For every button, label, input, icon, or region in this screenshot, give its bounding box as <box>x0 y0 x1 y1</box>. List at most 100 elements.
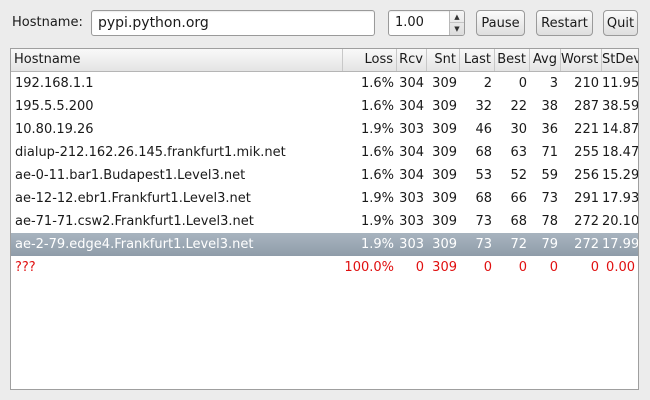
cell-hostname: ae-2-79.edge4.Frankfurt1.Level3.net <box>15 237 254 252</box>
cell-avg: 36 <box>541 122 558 137</box>
cell-last: 68 <box>475 145 492 160</box>
toolbar: Hostname: 1.00 ▲ ▼ Pause Restart Quit <box>0 0 650 46</box>
cell-best: 63 <box>510 145 527 160</box>
table-row[interactable]: 192.168.1.1 1.6% 304 309 2 0 3 210 11.95 <box>11 72 638 95</box>
cell-worst: 272 <box>574 214 599 229</box>
hostname-input[interactable] <box>91 10 375 36</box>
cell-rcv: 303 <box>399 191 424 206</box>
cell-worst: 221 <box>574 122 599 137</box>
spin-arrows: ▲ ▼ <box>449 11 464 35</box>
cell-rcv: 303 <box>399 214 424 229</box>
column-header-last[interactable]: Last <box>460 49 495 71</box>
cell-avg: 79 <box>541 237 558 252</box>
cell-snt: 309 <box>432 122 457 137</box>
cell-loss: 1.6% <box>360 76 394 91</box>
cell-rcv: 304 <box>399 145 424 160</box>
column-header-stdev[interactable]: StDev <box>602 49 638 71</box>
column-header-hostname[interactable]: Hostname <box>11 49 343 71</box>
cell-loss: 100.0% <box>344 260 394 275</box>
cell-last: 2 <box>483 76 492 91</box>
cell-snt: 309 <box>432 145 457 160</box>
interval-spinbox[interactable]: 1.00 ▲ ▼ <box>388 10 465 36</box>
cell-snt: 309 <box>432 191 457 206</box>
column-header-snt[interactable]: Snt <box>427 49 460 71</box>
cell-loss: 1.6% <box>360 145 394 160</box>
cell-worst: 287 <box>574 99 599 114</box>
cell-rcv: 304 <box>399 99 424 114</box>
cell-avg: 73 <box>541 191 558 206</box>
cell-avg: 38 <box>541 99 558 114</box>
cell-best: 30 <box>510 122 527 137</box>
table-row[interactable]: 10.80.19.26 1.9% 303 309 46 30 36 221 14… <box>11 118 638 141</box>
cell-snt: 309 <box>432 260 457 275</box>
cell-loss: 1.6% <box>360 99 394 114</box>
cell-avg: 0 <box>549 260 558 275</box>
column-header-loss[interactable]: Loss <box>343 49 397 71</box>
column-header-avg[interactable]: Avg <box>530 49 561 71</box>
cell-stdev: 11.95 <box>602 76 638 91</box>
table-body: 192.168.1.1 1.6% 304 309 2 0 3 210 11.95… <box>11 72 638 279</box>
cell-best: 52 <box>510 168 527 183</box>
cell-loss: 1.9% <box>360 191 394 206</box>
cell-hostname: ae-71-71.csw2.Frankfurt1.Level3.net <box>15 214 254 229</box>
cell-best: 72 <box>510 237 527 252</box>
cell-snt: 309 <box>432 99 457 114</box>
restart-button[interactable]: Restart <box>536 10 593 36</box>
cell-last: 68 <box>475 191 492 206</box>
spin-down-arrow-icon[interactable]: ▼ <box>450 23 464 35</box>
cell-best: 68 <box>510 214 527 229</box>
cell-loss: 1.9% <box>360 214 394 229</box>
cell-rcv: 0 <box>415 260 424 275</box>
cell-loss: 1.9% <box>360 237 394 252</box>
quit-button[interactable]: Quit <box>603 10 638 36</box>
cell-worst: 255 <box>574 145 599 160</box>
cell-last: 53 <box>475 168 492 183</box>
cell-avg: 3 <box>549 76 558 91</box>
cell-hostname: dialup-212.162.26.145.frankfurt1.mik.net <box>15 145 286 160</box>
cell-hostname: 10.80.19.26 <box>15 122 94 137</box>
cell-hostname: 195.5.5.200 <box>15 99 94 114</box>
table-row[interactable]: ae-12-12.ebr1.Frankfurt1.Level3.net 1.9%… <box>11 187 638 210</box>
cell-stdev: 14.87 <box>602 122 638 137</box>
cell-last: 73 <box>475 237 492 252</box>
cell-worst: 0 <box>590 260 599 275</box>
cell-rcv: 304 <box>399 168 424 183</box>
cell-hostname: ae-12-12.ebr1.Frankfurt1.Level3.net <box>15 191 251 206</box>
cell-worst: 256 <box>574 168 599 183</box>
table-row[interactable]: dialup-212.162.26.145.frankfurt1.mik.net… <box>11 141 638 164</box>
cell-best: 0 <box>518 76 527 91</box>
column-header-worst[interactable]: Worst <box>561 49 602 71</box>
table-row-selected[interactable]: ae-2-79.edge4.Frankfurt1.Level3.net 1.9%… <box>11 233 638 256</box>
column-header-rcv[interactable]: Rcv <box>397 49 427 71</box>
cell-rcv: 303 <box>399 122 424 137</box>
cell-best: 22 <box>510 99 527 114</box>
spin-up-arrow-icon[interactable]: ▲ <box>450 11 464 23</box>
cell-snt: 309 <box>432 214 457 229</box>
cell-worst: 210 <box>574 76 599 91</box>
cell-hostname: 192.168.1.1 <box>15 76 94 91</box>
cell-stdev: 18.47 <box>602 145 638 160</box>
cell-avg: 78 <box>541 214 558 229</box>
table-row[interactable]: ae-71-71.csw2.Frankfurt1.Level3.net 1.9%… <box>11 210 638 233</box>
cell-avg: 71 <box>541 145 558 160</box>
cell-worst: 272 <box>574 237 599 252</box>
hostname-label: Hostname: <box>12 15 83 30</box>
cell-avg: 59 <box>541 168 558 183</box>
cell-rcv: 304 <box>399 76 424 91</box>
table-row-unreachable[interactable]: ??? 100.0% 0 309 0 0 0 0 0.00 <box>11 256 638 279</box>
cell-best: 0 <box>518 260 527 275</box>
interval-value[interactable]: 1.00 <box>395 15 424 30</box>
cell-rcv: 303 <box>399 237 424 252</box>
cell-snt: 309 <box>432 168 457 183</box>
column-header-best[interactable]: Best <box>495 49 530 71</box>
cell-hostname: ae-0-11.bar1.Budapest1.Level3.net <box>15 168 246 183</box>
pause-button[interactable]: Pause <box>476 10 525 36</box>
table-row[interactable]: 195.5.5.200 1.6% 304 309 32 22 38 287 38… <box>11 95 638 118</box>
cell-loss: 1.9% <box>360 122 394 137</box>
cell-stdev: 17.99 <box>602 237 638 252</box>
cell-stdev: 15.29 <box>602 168 638 183</box>
table-row[interactable]: ae-0-11.bar1.Budapest1.Level3.net 1.6% 3… <box>11 164 638 187</box>
results-table[interactable]: Hostname Loss Rcv Snt Last Best Avg Wors… <box>10 48 639 390</box>
cell-stdev: 17.93 <box>602 191 638 206</box>
cell-worst: 291 <box>574 191 599 206</box>
